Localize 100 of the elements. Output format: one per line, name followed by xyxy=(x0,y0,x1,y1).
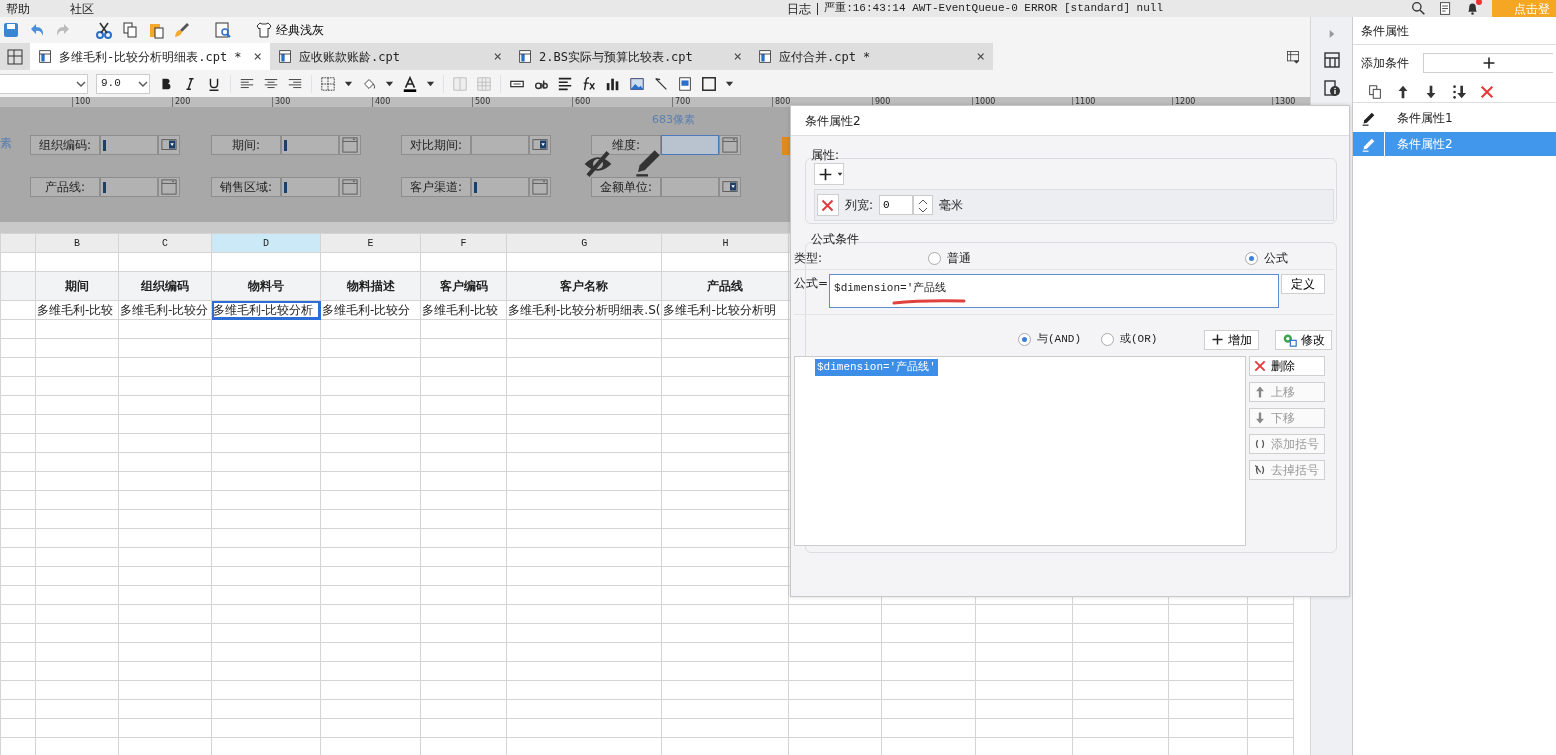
search-icon[interactable] xyxy=(1411,1,1426,16)
document-icon[interactable] xyxy=(1438,1,1453,16)
caret-icon[interactable] xyxy=(725,79,734,88)
formula-field[interactable]: $dimension='产品线 xyxy=(829,274,1280,308)
condition-list-item[interactable]: 条件属性1 xyxy=(1353,106,1556,130)
header-cell: 物料号 xyxy=(211,271,321,301)
sheet-grid-icon[interactable] xyxy=(6,47,24,66)
field-label: 销售区域: xyxy=(211,177,281,197)
define-button[interactable]: 定义 xyxy=(1281,274,1326,294)
column-header[interactable]: E xyxy=(320,233,421,253)
font-size-select[interactable]: 9.0 xyxy=(96,73,150,94)
split-cells-icon[interactable] xyxy=(476,75,492,92)
table-cell[interactable]: 多维毛利-比较 xyxy=(35,300,119,320)
column-header[interactable]: C xyxy=(118,233,212,253)
file-tab[interactable]: 多维毛利-比较分析明细表.cpt * × xyxy=(30,43,270,70)
calendar-icon[interactable] xyxy=(342,179,358,195)
image-icon[interactable] xyxy=(629,75,645,92)
move-bottom-icon[interactable] xyxy=(1451,83,1467,100)
column-header[interactable]: D xyxy=(211,233,321,253)
header-cell: 组织编码 xyxy=(118,271,212,301)
modify-button[interactable]: 修改 xyxy=(1275,329,1332,350)
info-icon[interactable] xyxy=(1322,79,1341,97)
caret-icon[interactable] xyxy=(426,79,435,88)
parameter-field[interactable] xyxy=(281,177,339,197)
add-property-button[interactable] xyxy=(814,163,844,185)
unit-label: 毫米 xyxy=(939,197,964,214)
copy-icon[interactable] xyxy=(121,21,139,39)
header-cell: 客户名称 xyxy=(506,271,662,301)
field-label: 期间: xyxy=(211,135,281,155)
border-icon[interactable] xyxy=(320,75,336,92)
tab-list-icon[interactable] xyxy=(1286,49,1300,64)
column-header[interactable]: B xyxy=(35,233,119,253)
border-frame-icon[interactable] xyxy=(701,75,717,92)
section-label: 属性: xyxy=(811,148,840,162)
field-label: 对比期间: xyxy=(401,135,471,155)
delete-icon[interactable] xyxy=(1479,83,1495,100)
table-cell[interactable]: 多维毛利-比较 xyxy=(420,300,507,320)
header-cell: 物料描述 xyxy=(320,271,421,301)
parameter-field[interactable] xyxy=(471,135,529,155)
plus-icon xyxy=(1211,333,1224,346)
table-cell[interactable]: 多维毛利-比较分 xyxy=(320,300,421,320)
column-header[interactable]: F xyxy=(420,233,507,253)
radio-button[interactable]: 与(AND) xyxy=(1018,331,1081,348)
log-message: 严重:16:43:14 AWT-EventQueue-0 ERROR [standard] null xyxy=(824,1,1163,17)
table-cell[interactable]: 多维毛利-比较分析明细表.S( xyxy=(506,300,662,320)
column-header[interactable]: G xyxy=(506,233,662,253)
add-button[interactable]: 增加 xyxy=(1204,329,1259,350)
radio-button[interactable]: 普通 xyxy=(928,249,972,267)
parameter-field[interactable] xyxy=(471,177,529,197)
page-icon[interactable] xyxy=(677,75,693,92)
menu-item[interactable]: 社区 xyxy=(70,0,94,18)
close-button[interactable]: × xyxy=(733,46,742,67)
side-button[interactable]: 删除 xyxy=(1249,356,1325,376)
table-cell[interactable]: 多维毛利-比较分析 xyxy=(211,300,321,320)
notification-icon[interactable] xyxy=(1465,1,1480,16)
parameter-field[interactable] xyxy=(661,177,719,197)
delete-button[interactable] xyxy=(817,194,839,216)
radio-button[interactable]: 公式 xyxy=(1245,249,1289,267)
close-button[interactable]: × xyxy=(493,46,502,67)
layout-icon[interactable] xyxy=(1322,51,1341,69)
formula-icon[interactable] xyxy=(581,75,597,92)
save-icon[interactable] xyxy=(2,21,20,39)
table-cell[interactable]: 多维毛利-比较分 xyxy=(118,300,212,320)
theme-button[interactable]: 经典浅灰 xyxy=(255,21,324,39)
calendar-icon[interactable] xyxy=(161,179,177,195)
close-button[interactable]: × xyxy=(253,46,262,67)
preview-icon[interactable] xyxy=(214,21,232,39)
menu-item[interactable]: 帮助 xyxy=(6,0,30,18)
dropdown-icon[interactable] xyxy=(161,137,177,153)
font-color-icon[interactable] xyxy=(402,75,418,92)
calendar-icon[interactable] xyxy=(532,179,548,195)
log-label[interactable]: 日志 xyxy=(787,0,812,18)
merge-cells-icon[interactable] xyxy=(452,75,468,92)
pencil-icon xyxy=(1361,136,1376,152)
dropdown-icon[interactable] xyxy=(722,179,738,195)
remove-parentheses-icon xyxy=(1253,463,1267,477)
dropdown-icon[interactable] xyxy=(532,137,548,153)
close-icon xyxy=(820,197,835,213)
slash-icon[interactable] xyxy=(653,75,669,92)
caret-icon[interactable] xyxy=(385,79,394,88)
calendar-icon[interactable] xyxy=(342,137,358,153)
copy-icon[interactable] xyxy=(1367,83,1383,100)
number-field[interactable]: 0 xyxy=(879,195,914,215)
paste-icon[interactable] xyxy=(147,21,165,39)
radio-button[interactable]: 或(OR) xyxy=(1101,331,1158,348)
parameter-field[interactable] xyxy=(100,177,158,197)
parameter-field[interactable] xyxy=(661,135,719,155)
column-header[interactable]: H xyxy=(661,233,789,253)
parameter-field[interactable] xyxy=(281,135,339,155)
parameter-field[interactable] xyxy=(100,135,158,155)
close-button[interactable]: × xyxy=(976,46,985,67)
table-cell[interactable]: 多维毛利-比较分析明 xyxy=(661,300,789,320)
calendar-icon[interactable] xyxy=(722,137,738,153)
report-icon xyxy=(758,49,773,64)
field-label: 产品线: xyxy=(30,177,100,197)
format-painter-icon[interactable] xyxy=(173,21,191,39)
spinner-control[interactable] xyxy=(913,195,934,215)
cut-icon[interactable] xyxy=(95,21,113,39)
caret-icon[interactable] xyxy=(344,79,353,88)
paragraph-icon[interactable] xyxy=(557,75,573,92)
